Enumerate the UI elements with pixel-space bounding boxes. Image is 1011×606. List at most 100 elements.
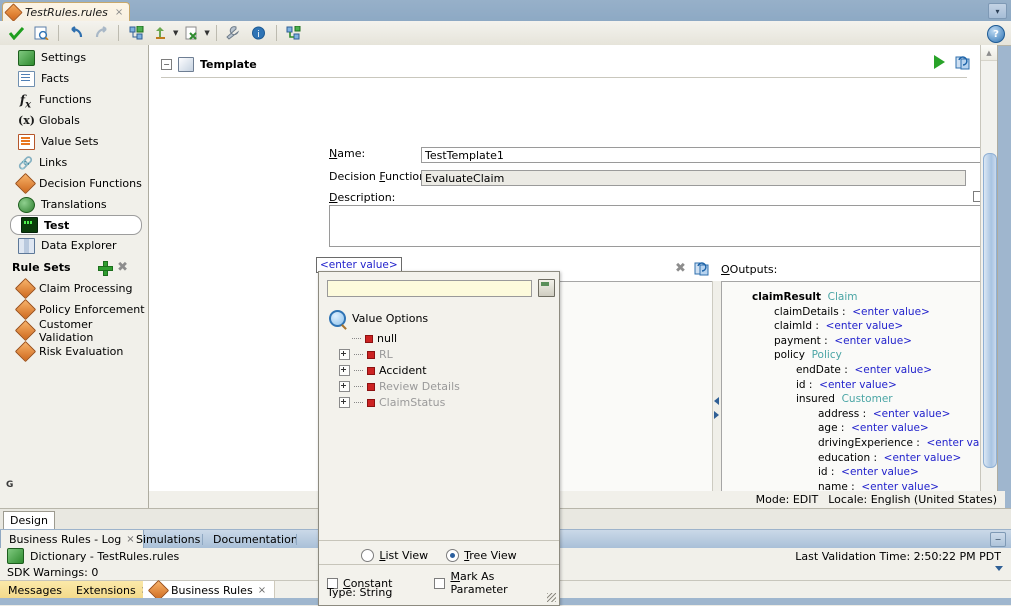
editor-vertical-scrollbar[interactable]: ▲ ▼: [980, 45, 997, 508]
tree-row-value[interactable]: <enter value>: [877, 452, 961, 464]
mark-as-parameter-checkbox[interactable]: [434, 578, 445, 589]
sidebar-item-decision-functions[interactable]: Decision Functions: [8, 173, 148, 194]
close-icon[interactable]: ×: [113, 7, 123, 18]
log-dropdown-icon[interactable]: [995, 566, 1003, 571]
outputs-tree[interactable]: claimResult ClaimclaimDetails : <enter v…: [721, 281, 981, 508]
tree-row[interactable]: endDate : <enter value>: [722, 363, 981, 378]
refresh-inputs-icon[interactable]: [694, 261, 710, 280]
tab-messages[interactable]: Messages: [0, 581, 71, 599]
add-rule-set-icon[interactable]: [98, 261, 111, 274]
value-option-rl[interactable]: RL: [339, 348, 393, 361]
sidebar-item-globals[interactable]: (x) Globals: [8, 110, 148, 131]
decision-function-row: Decision Function:: [329, 170, 430, 183]
sidebar-item-facts[interactable]: Facts: [8, 68, 148, 89]
redo-icon[interactable]: [90, 22, 112, 44]
tab-documentation[interactable]: Documentation: [205, 530, 306, 548]
tree-row-value[interactable]: <enter value>: [846, 306, 930, 318]
tree-row[interactable]: payment : <enter value>: [722, 334, 981, 349]
expand-icon[interactable]: [339, 349, 350, 360]
tree-row[interactable]: age : <enter value>: [722, 421, 981, 436]
tree-row[interactable]: claimId : <enter value>: [722, 319, 981, 334]
tab-design[interactable]: Design: [3, 511, 55, 530]
sidebar-item-links[interactable]: 🔗 Links: [8, 152, 148, 173]
wrench-icon[interactable]: [223, 22, 245, 44]
promote-icon[interactable]: [150, 22, 172, 44]
tree-row-value[interactable]: <enter value>: [834, 466, 918, 478]
sidebar-item-data-explorer[interactable]: Data Explorer: [8, 235, 148, 256]
tree-row[interactable]: claimResult Claim: [722, 290, 981, 305]
radio-button[interactable]: [446, 549, 459, 562]
collapse-left-icon[interactable]: [714, 397, 719, 405]
chevron-down-icon[interactable]: ▼: [173, 29, 178, 37]
tab-business-rules-log[interactable]: Business Rules - Log ×: [0, 530, 144, 548]
mark-as-parameter-group[interactable]: Mark As Parameter: [434, 570, 551, 596]
tree-row[interactable]: drivingExperience : <enter value>: [722, 436, 981, 451]
run-test-icon[interactable]: [934, 55, 945, 69]
tree-row[interactable]: policy Policy: [722, 348, 981, 363]
value-option-review-details[interactable]: Review Details: [339, 380, 460, 393]
radio-button[interactable]: [361, 549, 374, 562]
tree-row[interactable]: id : <enter value>: [722, 378, 981, 393]
tree-row[interactable]: insured Customer: [722, 392, 981, 407]
document-tab-testrules[interactable]: TestRules.rules ×: [2, 2, 130, 22]
radio-tree-view[interactable]: Tree View: [446, 549, 517, 562]
tree-row[interactable]: address : <enter value>: [722, 407, 981, 422]
dock-minimize-button[interactable]: −: [990, 532, 1006, 547]
sidebar-item-functions[interactable]: fx Functions: [8, 89, 148, 110]
calculator-icon[interactable]: [538, 279, 555, 297]
decision-functions-icon: [18, 177, 33, 191]
tree-row-value[interactable]: <enter value>: [920, 437, 981, 449]
sidebar-item-translations[interactable]: Translations: [8, 194, 148, 215]
mark-as-parameter-label: Mark As Parameter: [450, 570, 551, 596]
value-option-accident[interactable]: Accident: [339, 364, 427, 377]
tree-connector: [354, 370, 363, 372]
delete-rule-set-icon[interactable]: ✖: [117, 260, 128, 275]
tree-row-value[interactable]: <enter value>: [828, 335, 912, 347]
scrollbar-thumb[interactable]: [983, 153, 997, 468]
validate-icon[interactable]: [5, 22, 27, 44]
remove-node-icon[interactable]: [181, 22, 203, 44]
description-textarea[interactable]: [329, 205, 981, 247]
info-icon[interactable]: i: [248, 22, 270, 44]
sidebar-item-claim-processing[interactable]: Claim Processing: [8, 278, 148, 299]
search-document-icon[interactable]: [30, 22, 52, 44]
value-option-claimstatus[interactable]: ClaimStatus: [339, 396, 445, 409]
help-icon[interactable]: ?: [987, 25, 1005, 43]
tree-row[interactable]: education : <enter value>: [722, 451, 981, 466]
test-icon: [21, 217, 38, 233]
resize-grip[interactable]: [547, 593, 556, 602]
tree-row-value[interactable]: <enter value>: [848, 364, 932, 376]
sidebar-item-customer-validation[interactable]: Customer Validation: [8, 320, 148, 341]
collapse-right-icon[interactable]: [714, 411, 719, 419]
value-search-input[interactable]: [327, 280, 532, 297]
editor-minimize-button[interactable]: ▾: [988, 3, 1007, 19]
collapse-icon[interactable]: −: [161, 59, 172, 70]
tab-simulations[interactable]: Simulations: [128, 530, 208, 548]
tab-business-rules[interactable]: Business Rules ×: [143, 581, 275, 599]
undo-icon[interactable]: [65, 22, 87, 44]
tree-row-value[interactable]: <enter value>: [819, 320, 903, 332]
expand-icon[interactable]: [339, 365, 350, 376]
tree-row[interactable]: claimDetails : <enter value>: [722, 305, 981, 320]
expand-icon[interactable]: [339, 381, 350, 392]
tree-row-value[interactable]: <enter value>: [866, 408, 950, 420]
scroll-up-icon[interactable]: ▲: [981, 45, 997, 61]
add-node-icon[interactable]: [125, 22, 147, 44]
sidebar-item-test[interactable]: Test: [10, 215, 142, 235]
decision-function-value[interactable]: EvaluateClaim: [421, 170, 966, 186]
sidebar-item-settings[interactable]: Settings: [8, 47, 148, 68]
name-input[interactable]: TestTemplate1: [421, 147, 981, 163]
tree-row-value[interactable]: <enter value>: [812, 379, 896, 391]
tree-row[interactable]: id : <enter value>: [722, 465, 981, 480]
link-nodes-icon[interactable]: [283, 22, 305, 44]
value-option-null[interactable]: null: [339, 332, 397, 345]
clear-inputs-icon[interactable]: ✖: [675, 261, 686, 276]
refresh-template-icon[interactable]: [955, 54, 971, 70]
expand-icon[interactable]: [339, 397, 350, 408]
close-icon[interactable]: ×: [258, 585, 266, 596]
tree-row-value[interactable]: <enter value>: [844, 422, 928, 434]
sidebar-item-value-sets[interactable]: Value Sets: [8, 131, 148, 152]
chevron-down-icon[interactable]: ▼: [204, 29, 209, 37]
sidebar-item-risk-evaluation[interactable]: Risk Evaluation: [8, 341, 148, 362]
radio-list-view[interactable]: List View: [361, 549, 428, 562]
